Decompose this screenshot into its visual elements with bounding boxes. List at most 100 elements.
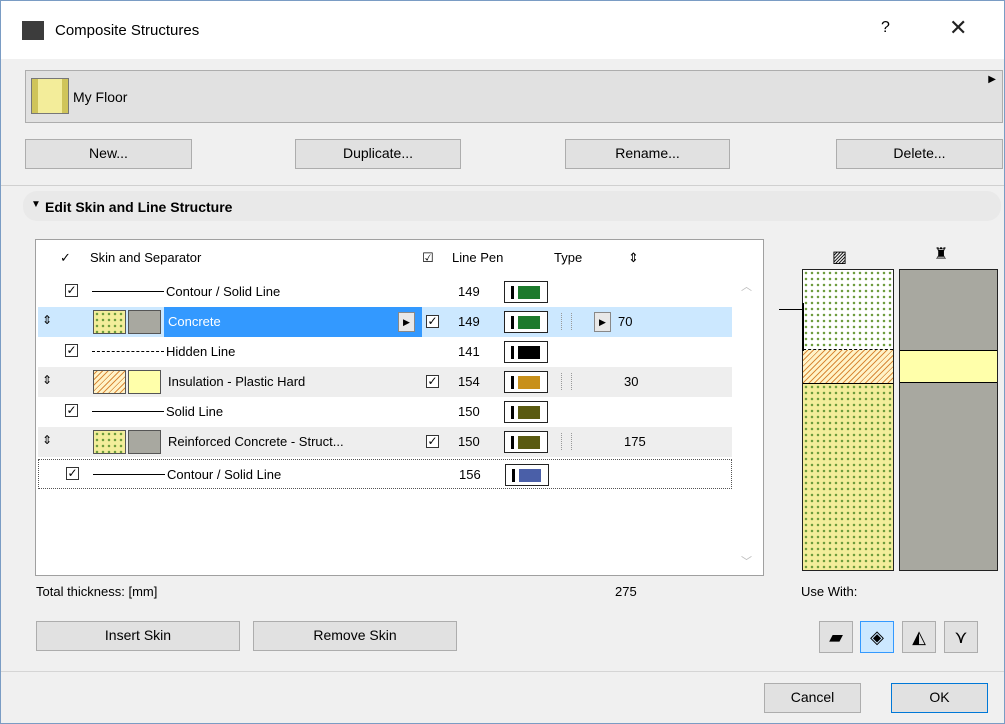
total-thickness-value: 275 (615, 584, 637, 599)
pen-number[interactable]: 149 (458, 284, 480, 299)
triangle-down-icon: ▼ (31, 199, 41, 210)
composite-selector[interactable]: My Floor ▶ (25, 70, 1003, 123)
pen-color-swatch[interactable] (504, 311, 548, 333)
roof-icon[interactable]: ◭ (902, 621, 936, 653)
skin-row[interactable]: ⇕ Reinforced Concrete - Struct... ✓ 150 175 (38, 427, 732, 457)
pen-number[interactable]: 150 (458, 434, 480, 449)
drag-handle-icon[interactable]: ⇕ (42, 433, 52, 447)
section-title: Edit Skin and Line Structure (45, 199, 233, 215)
cut-fill-icon: ▨ (832, 249, 848, 266)
close-button[interactable]: ✕ (949, 15, 967, 41)
separator-row[interactable]: ✓ Contour / Solid Line 156 (38, 459, 732, 489)
skin-type-icon[interactable] (561, 313, 572, 330)
drag-handle-icon[interactable]: ⇕ (42, 313, 52, 327)
skin-row[interactable]: ⇕ Insulation - Plastic Hard ✓ 154 30 (38, 367, 732, 397)
line-visible-checkbox[interactable]: ✓ (65, 344, 78, 357)
reference-arrow-icon (779, 309, 802, 310)
divider (1, 185, 1004, 186)
remove-skin-button[interactable]: Remove Skin (253, 621, 457, 651)
check-all-icon[interactable]: ✓ (60, 250, 71, 266)
surface-swatch[interactable] (128, 310, 161, 334)
line-style-sample (92, 291, 164, 292)
line-visible-checkbox[interactable]: ✓ (65, 284, 78, 297)
skin-options-checkbox[interactable]: ✓ (426, 375, 439, 388)
thickness-value[interactable]: 30 (624, 374, 638, 389)
header-skin-and-separator: Skin and Separator (90, 250, 202, 265)
delete-button[interactable]: Delete... (836, 139, 1003, 169)
skin-options-checkbox[interactable]: ✓ (426, 435, 439, 448)
thickness-value[interactable]: 70 (618, 314, 632, 329)
line-visible-checkbox[interactable]: ✓ (66, 467, 79, 480)
pen-color-swatch[interactable] (504, 431, 548, 453)
pen-color-swatch[interactable] (504, 401, 548, 423)
surface-swatch[interactable] (128, 370, 161, 394)
thickness-header-icon: ⇕ (628, 250, 639, 265)
separator-name: Contour / Solid Line (167, 467, 282, 482)
pen-number[interactable]: 156 (459, 467, 481, 482)
new-button[interactable]: New... (25, 139, 192, 169)
composite-structures-dialog: Composite Structures ? ✕ My Floor ▶ New.… (0, 0, 1005, 724)
line-style-sample (92, 351, 164, 352)
pen-number[interactable]: 154 (458, 374, 480, 389)
pen-color-swatch[interactable] (505, 464, 549, 486)
skin-options-checkbox[interactable]: ✓ (426, 315, 439, 328)
pen-number[interactable]: 150 (458, 404, 480, 419)
separator-row[interactable]: ✓ Solid Line 150 (38, 397, 732, 427)
drag-handle-icon[interactable]: ⇕ (42, 373, 52, 387)
vertical-scrollbar[interactable]: ︿ ﹀ (733, 240, 763, 575)
separator-name: Hidden Line (166, 344, 236, 359)
cut-fill-swatch[interactable] (93, 370, 126, 394)
skin-row[interactable]: ⇕ Concrete ▶ ✓ 149 ▶ 70 (38, 307, 732, 337)
preview-cut-section (802, 269, 894, 571)
help-button[interactable]: ? (881, 19, 890, 37)
pen-color-swatch[interactable] (504, 371, 548, 393)
preview-surface (899, 269, 998, 571)
rename-button[interactable]: Rename... (565, 139, 730, 169)
duplicate-button[interactable]: Duplicate... (295, 139, 461, 169)
shell-icon[interactable]: ⋎ (944, 621, 978, 653)
pen-number[interactable]: 149 (458, 314, 480, 329)
structure-preview (802, 269, 1002, 574)
use-with-label: Use With: (801, 584, 858, 599)
line-style-sample (93, 474, 165, 475)
skin-name[interactable]: Reinforced Concrete - Struct... (164, 427, 348, 457)
paint-brush-icon: ♜ (934, 246, 949, 263)
skin-name[interactable]: Insulation - Plastic Hard (164, 367, 309, 397)
scroll-up-icon[interactable]: ︿ (741, 278, 752, 294)
line-visible-checkbox[interactable]: ✓ (65, 404, 78, 417)
composite-name: My Floor (73, 89, 128, 105)
line-style-sample (92, 411, 164, 412)
separator-row[interactable]: ✓ Contour / Solid Line 149 (38, 277, 732, 307)
skin-structure-table: ✓ Skin and Separator ☑ Line Pen Type ⇕ ✓… (35, 239, 764, 576)
scroll-down-icon[interactable]: ﹀ (741, 553, 752, 569)
separator-row[interactable]: ✓ Hidden Line 141 (38, 337, 732, 367)
composite-preview-icon (31, 78, 69, 114)
type-picker-arrow-icon[interactable]: ▶ (594, 312, 611, 332)
pen-number[interactable]: 141 (458, 344, 480, 359)
insert-skin-button[interactable]: Insert Skin (36, 621, 240, 651)
reference-line (802, 303, 804, 351)
skin-type-icon[interactable] (561, 433, 572, 450)
skin-name[interactable]: Concrete (164, 307, 422, 337)
checkboxes-header-icon: ☑ (422, 250, 434, 265)
slab-icon[interactable]: ◈ (860, 621, 894, 653)
skin-type-icon[interactable] (561, 373, 572, 390)
cut-fill-swatch[interactable] (93, 310, 126, 334)
pen-color-swatch[interactable] (504, 341, 548, 363)
separator-name: Contour / Solid Line (166, 284, 281, 299)
footer-divider (1, 671, 1004, 672)
header-type: Type (554, 250, 583, 265)
archicad-app-icon (22, 21, 44, 40)
surface-swatch[interactable] (128, 430, 161, 454)
window-title: Composite Structures (55, 22, 200, 39)
chevron-right-icon: ▶ (988, 74, 996, 85)
cancel-button[interactable]: Cancel (764, 683, 861, 713)
pen-color-swatch[interactable] (504, 281, 548, 303)
wall-icon[interactable]: ▰ (819, 621, 853, 653)
cut-fill-swatch[interactable] (93, 430, 126, 454)
fill-picker-arrow-icon[interactable]: ▶ (398, 312, 415, 332)
thickness-value[interactable]: 175 (624, 434, 646, 449)
title-bar: Composite Structures ? ✕ (1, 1, 1004, 59)
separator-name: Solid Line (166, 404, 224, 419)
ok-button[interactable]: OK (891, 683, 988, 713)
